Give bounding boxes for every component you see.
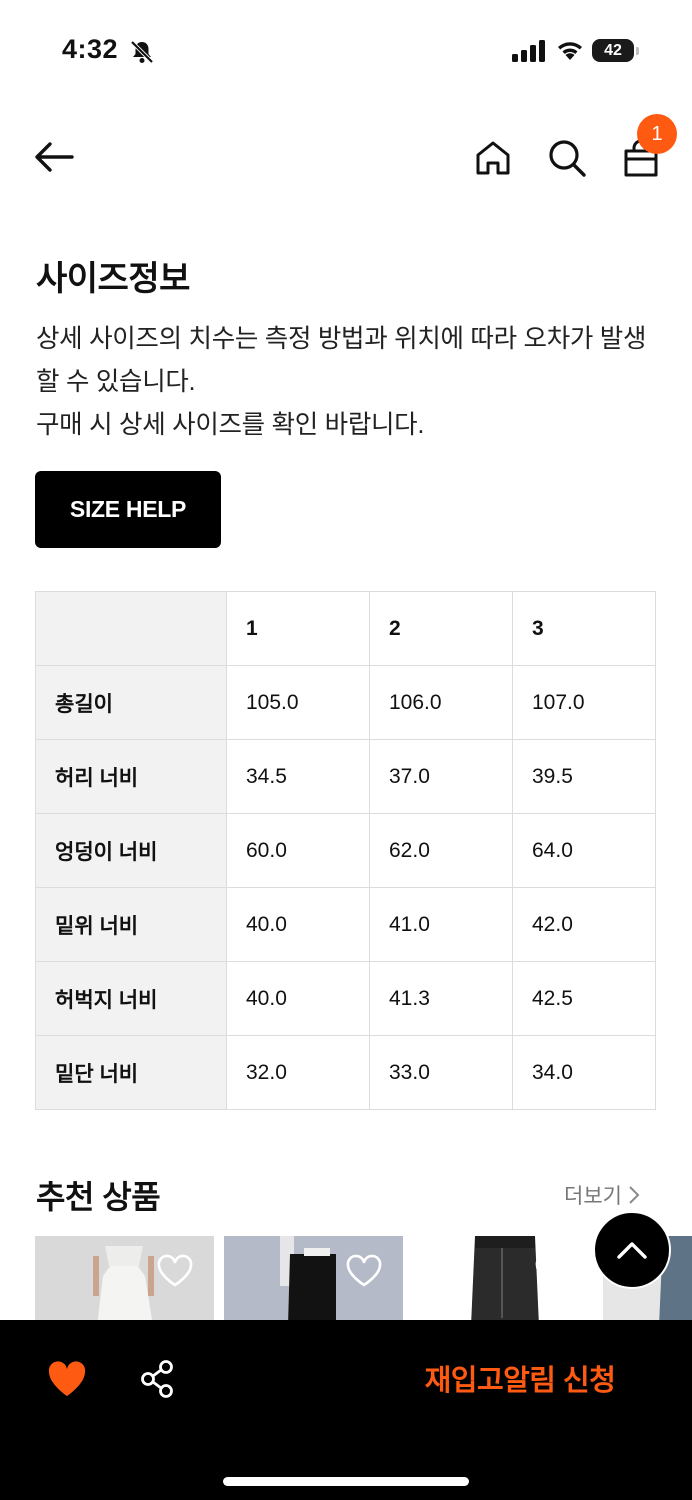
column-header: 3 <box>512 591 656 666</box>
table-corner-cell <box>35 591 227 666</box>
more-link-label: 더보기 <box>564 1185 622 1208</box>
table-cell: 32.0 <box>226 1035 370 1110</box>
heart-outline-icon[interactable] <box>534 1254 572 1288</box>
table-cell: 40.0 <box>226 887 370 962</box>
restock-alert-button[interactable]: 재입고알림 신청 <box>400 1358 640 1404</box>
wishlist-button[interactable] <box>44 1356 90 1402</box>
chevron-right-icon <box>629 1186 640 1204</box>
search-button[interactable] <box>544 135 590 181</box>
status-bar: 4:32 42 <box>0 0 692 100</box>
table-header-row: 1 2 3 <box>35 591 656 666</box>
table-cell: 105.0 <box>226 665 370 740</box>
table-cell: 41.3 <box>369 961 513 1036</box>
table-row: 허리 너비 34.5 37.0 39.5 <box>35 739 656 814</box>
table-row: 밑위 너비 40.0 41.0 42.0 <box>35 887 656 962</box>
size-help-button[interactable]: SIZE HELP <box>35 471 221 548</box>
table-row: 허벅지 너비 40.0 41.3 42.5 <box>35 961 656 1036</box>
row-label: 엉덩이 너비 <box>35 813 227 888</box>
battery-level: 42 <box>604 42 622 59</box>
column-header: 2 <box>369 591 513 666</box>
table-row: 총길이 105.0 106.0 107.0 <box>35 665 656 740</box>
bell-slash-icon <box>130 40 154 64</box>
table-cell: 37.0 <box>369 739 513 814</box>
table-cell: 64.0 <box>512 813 656 888</box>
row-label: 허벅지 너비 <box>35 961 227 1036</box>
heart-outline-icon[interactable] <box>156 1254 194 1288</box>
back-button[interactable] <box>30 136 82 178</box>
table-cell: 39.5 <box>512 739 656 814</box>
home-icon <box>476 141 510 175</box>
row-label: 밑위 너비 <box>35 887 227 962</box>
product-card[interactable] <box>413 1236 592 1326</box>
table-row: 밑단 너비 32.0 33.0 34.0 <box>35 1035 656 1110</box>
home-indicator <box>223 1477 469 1486</box>
product-card[interactable] <box>35 1236 214 1326</box>
share-icon <box>141 1360 173 1398</box>
description-line: 상세 사이즈의 치수는 측정 방법과 위치에 따라 오차가 발생할 수 있습니다… <box>36 325 647 396</box>
heart-filled-icon <box>48 1361 86 1396</box>
heart-outline-icon[interactable] <box>345 1254 383 1288</box>
size-info-description: 상세 사이즈의 치수는 측정 방법과 위치에 따라 오차가 발생할 수 있습니다… <box>36 318 666 447</box>
column-header: 1 <box>226 591 370 666</box>
wifi-icon <box>558 42 582 60</box>
description-line: 구매 시 상세 사이즈를 확인 바랍니다. <box>36 411 425 439</box>
table-cell: 106.0 <box>369 665 513 740</box>
signal-icon <box>512 40 545 62</box>
recommended-title: 추천 상품 <box>36 1179 161 1215</box>
chevron-up-icon <box>617 1242 647 1259</box>
row-label: 밑단 너비 <box>35 1035 227 1110</box>
search-icon <box>549 140 586 177</box>
table-cell: 40.0 <box>226 961 370 1036</box>
table-cell: 62.0 <box>369 813 513 888</box>
table-cell: 34.5 <box>226 739 370 814</box>
size-info-title: 사이즈정보 <box>36 260 190 298</box>
more-link[interactable]: 더보기 <box>564 1180 640 1210</box>
arrow-left-icon <box>35 142 74 172</box>
table-cell: 42.5 <box>512 961 656 1036</box>
table-cell: 42.0 <box>512 887 656 962</box>
status-time: 4:32 <box>62 34 119 64</box>
table-cell: 107.0 <box>512 665 656 740</box>
battery-tip <box>636 47 639 55</box>
row-label: 총길이 <box>35 665 227 740</box>
table-cell: 34.0 <box>512 1035 656 1110</box>
table-cell: 41.0 <box>369 887 513 962</box>
home-button[interactable] <box>470 135 516 181</box>
battery-indicator: 42 <box>592 39 634 62</box>
size-table: 1 2 3 총길이 105.0 106.0 107.0 허리 너비 34.5 3… <box>35 591 656 1110</box>
scroll-to-top-button[interactable] <box>593 1211 671 1289</box>
table-row: 엉덩이 너비 60.0 62.0 64.0 <box>35 813 656 888</box>
table-cell: 33.0 <box>369 1035 513 1110</box>
bottom-action-bar <box>0 1320 692 1500</box>
cart-count-badge: 1 <box>637 114 677 154</box>
table-cell: 60.0 <box>226 813 370 888</box>
row-label: 허리 너비 <box>35 739 227 814</box>
share-button[interactable] <box>135 1356 181 1402</box>
product-card[interactable] <box>224 1236 403 1326</box>
